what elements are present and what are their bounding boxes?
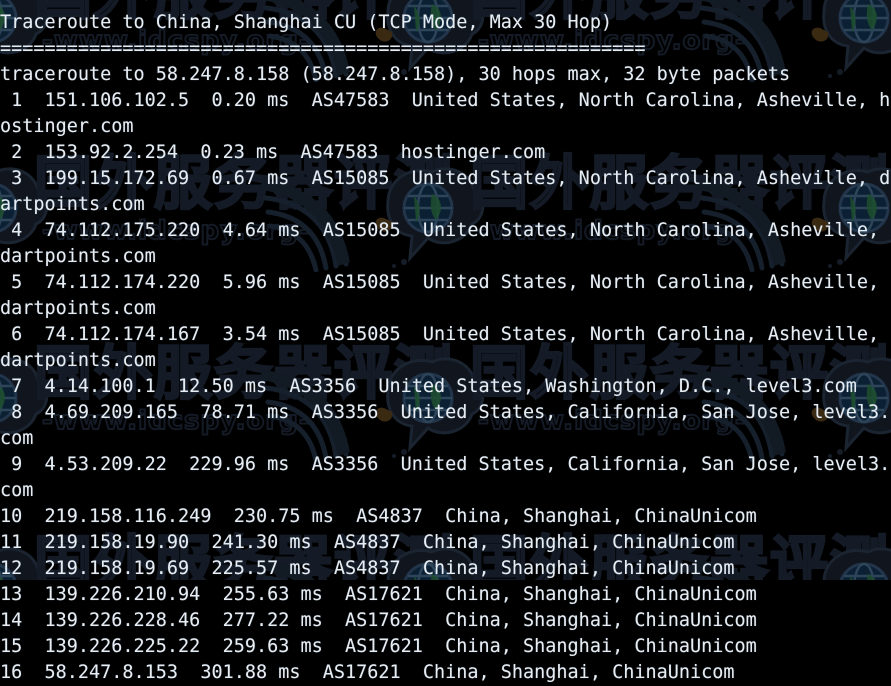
traceroute-hop-line: 15 139.226.225.22 259.63 ms AS17621 Chin… [0,636,757,657]
traceroute-hop-line: 10 219.158.116.249 230.75 ms AS4837 Chin… [0,506,757,527]
traceroute-hop-line: artpoints.com [0,194,145,215]
traceroute-hop-line: dartpoints.com [0,246,156,267]
traceroute-hop-line: 14 139.226.228.46 277.22 ms AS17621 Chin… [0,610,757,631]
traceroute-hop-line: 3 199.15.172.69 0.67 ms AS15085 United S… [0,168,891,189]
traceroute-hop-line: dartpoints.com [0,298,156,319]
separator-line: ========================================… [0,38,646,59]
traceroute-hop-line: com [0,428,34,449]
traceroute-hop-line: 16 58.247.8.153 301.88 ms AS17621 China,… [0,662,735,683]
traceroute-hop-line: ostinger.com [0,116,134,137]
traceroute-hop-line: dartpoints.com [0,350,156,371]
traceroute-title-line: Traceroute to China, Shanghai CU (TCP Mo… [0,12,613,33]
traceroute-hop-line: 5 74.112.174.220 5.96 ms AS15085 United … [0,272,880,293]
traceroute-hop-line: 6 74.112.174.167 3.54 ms AS15085 United … [0,324,880,345]
traceroute-hop-line: 4 74.112.175.220 4.64 ms AS15085 United … [0,220,880,241]
traceroute-hop-line: com [0,480,34,501]
traceroute-hop-line: 11 219.158.19.90 241.30 ms AS4837 China,… [0,532,735,553]
traceroute-hop-line: 9 4.53.209.22 229.96 ms AS3356 United St… [0,454,891,475]
traceroute-hop-line: 13 139.226.210.94 255.63 ms AS17621 Chin… [0,584,757,605]
traceroute-hop-line: 7 4.14.100.1 12.50 ms AS3356 United Stat… [0,376,857,397]
traceroute-hop-line: 12 219.158.19.69 225.57 ms AS4837 China,… [0,558,735,579]
terminal-output: Traceroute to China, Shanghai CU (TCP Mo… [0,0,891,683]
traceroute-hop-line: 1 151.106.102.5 0.20 ms AS47583 United S… [0,90,891,111]
traceroute-hop-line: 2 153.92.2.254 0.23 ms AS47583 hostinger… [0,142,546,163]
traceroute-command-line: traceroute to 58.247.8.158 (58.247.8.158… [0,64,791,85]
traceroute-hop-line: 8 4.69.209.165 78.71 ms AS3356 United St… [0,402,891,423]
